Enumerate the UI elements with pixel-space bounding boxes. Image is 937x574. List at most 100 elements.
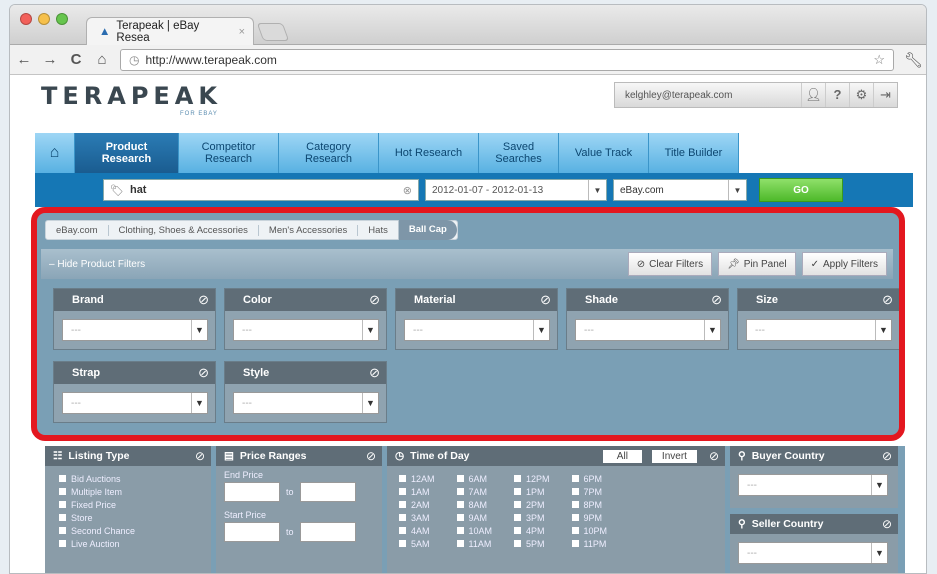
- checkbox-hour[interactable]: 7PM: [571, 485, 608, 498]
- checkbox-hour[interactable]: 4PM: [514, 524, 550, 537]
- buyer-country-select[interactable]: --- ▼: [738, 474, 888, 496]
- forward-arrow-icon[interactable]: →: [42, 51, 58, 68]
- minimize-window-button[interactable]: [38, 13, 50, 25]
- breadcrumb-item[interactable]: Men's Accessories: [257, 224, 357, 236]
- clear-filter-icon[interactable]: ⊘: [198, 292, 209, 308]
- all-button[interactable]: All: [602, 449, 642, 463]
- close-window-button[interactable]: [20, 13, 32, 25]
- logout-icon[interactable]: ⇥: [873, 83, 897, 107]
- checkbox-hour[interactable]: 9AM: [456, 511, 493, 524]
- checkbox-hour[interactable]: 6PM: [571, 472, 608, 485]
- help-icon[interactable]: ?: [825, 83, 849, 107]
- wrench-icon[interactable]: 🔧︎: [904, 51, 923, 69]
- style-select[interactable]: --- ▼: [233, 392, 379, 414]
- user-icon[interactable]: 👤︎: [801, 83, 825, 107]
- seller-country-select[interactable]: --- ▼: [738, 542, 888, 564]
- home-icon[interactable]: ⌂: [94, 51, 110, 68]
- start-price-min-input[interactable]: [224, 522, 280, 542]
- hide-filters-toggle[interactable]: – Hide Product Filters: [49, 259, 628, 270]
- checkbox-hour[interactable]: 9PM: [571, 511, 608, 524]
- clear-filter-icon[interactable]: ⊘: [195, 449, 205, 463]
- settings-gear-icon[interactable]: ⚙: [849, 83, 873, 107]
- checkbox-hour[interactable]: 4AM: [399, 524, 435, 537]
- checkbox-hour[interactable]: 11AM: [456, 537, 493, 550]
- checkbox-store[interactable]: Store: [59, 511, 197, 524]
- invert-button[interactable]: Invert: [651, 449, 697, 463]
- close-tab-icon[interactable]: ×: [239, 26, 245, 38]
- clear-filter-icon[interactable]: ⊘: [369, 292, 380, 308]
- checkbox-hour[interactable]: 8AM: [456, 498, 493, 511]
- strap-select[interactable]: --- ▼: [62, 392, 208, 414]
- url-bar[interactable]: ◷ http://www.terapeak.com ☆: [120, 48, 894, 71]
- browser-tab[interactable]: ▲ Terapeak | eBay Resea ×: [86, 17, 254, 45]
- checkbox-fixed-price[interactable]: Fixed Price: [59, 498, 197, 511]
- checkbox-hour[interactable]: 1AM: [399, 485, 435, 498]
- go-button[interactable]: GO: [759, 178, 843, 202]
- reload-icon[interactable]: C: [68, 51, 84, 68]
- checkbox-hour[interactable]: 2PM: [514, 498, 550, 511]
- checkbox-hour[interactable]: 10AM: [456, 524, 492, 537]
- clear-filter-icon[interactable]: ⊘: [198, 365, 209, 381]
- checkbox-bid-auctions[interactable]: Bid Auctions: [59, 472, 197, 485]
- tab-saved-searches[interactable]: Saved Searches: [479, 133, 559, 173]
- site-select[interactable]: eBay.com ▼: [613, 179, 747, 201]
- checkbox-hour[interactable]: 8PM: [571, 498, 608, 511]
- clear-filter-icon[interactable]: ⊘: [882, 517, 892, 531]
- brand-select[interactable]: --- ▼: [62, 319, 208, 341]
- breadcrumb-item[interactable]: Clothing, Shoes & Accessories: [107, 224, 258, 236]
- clear-filter-icon[interactable]: ⊘: [882, 449, 892, 463]
- new-tab-button[interactable]: [256, 23, 290, 41]
- home-tab[interactable]: ⌂: [35, 133, 75, 173]
- material-select[interactable]: --- ▼: [404, 319, 550, 341]
- hour-column: 12AM 1AM 2AM 3AM 4AM 5AM: [399, 472, 435, 550]
- clear-filter-icon[interactable]: ⊘: [711, 292, 722, 308]
- breadcrumb-current[interactable]: Ball Cap: [397, 220, 457, 240]
- bookmark-star-icon[interactable]: ☆: [873, 52, 885, 68]
- clear-search-icon[interactable]: ⊗: [403, 184, 412, 197]
- checkbox-second-chance[interactable]: Second Chance: [59, 524, 197, 537]
- checkbox-hour[interactable]: 3AM: [399, 511, 435, 524]
- tab-competitor-research[interactable]: Competitor Research: [179, 133, 279, 173]
- clear-filter-icon[interactable]: ⊘: [540, 292, 551, 308]
- checkbox-hour[interactable]: 3PM: [514, 511, 550, 524]
- checkbox-hour[interactable]: 11PM: [571, 537, 608, 550]
- breadcrumb-item[interactable]: Hats: [357, 224, 398, 236]
- apply-filters-button[interactable]: ✓ Apply Filters: [801, 252, 887, 276]
- checkbox-hour[interactable]: 10PM: [571, 524, 607, 537]
- checkbox-live-auction[interactable]: Live Auction: [59, 537, 197, 550]
- end-price-min-input[interactable]: [224, 482, 280, 502]
- hour-label: 12AM: [411, 473, 435, 484]
- tab-category-research[interactable]: Category Research: [279, 133, 379, 173]
- shade-select[interactable]: --- ▼: [575, 319, 721, 341]
- tab-value-track[interactable]: Value Track: [559, 133, 649, 173]
- clear-filter-icon[interactable]: ⊘: [369, 365, 380, 381]
- clear-filters-button[interactable]: ⊘ Clear Filters: [627, 252, 713, 276]
- pin-panel-button[interactable]: 📌︎ Pin Panel: [718, 252, 796, 276]
- tab-product-research[interactable]: Product Research: [75, 133, 179, 173]
- color-select[interactable]: --- ▼: [233, 319, 379, 341]
- checkbox-hour[interactable]: 5AM: [399, 537, 435, 550]
- clear-filter-icon[interactable]: ⊘: [882, 292, 893, 308]
- clear-filter-icon[interactable]: ⊘: [366, 449, 376, 463]
- date-range-select[interactable]: 2012-01-07 - 2012-01-13 ▼: [425, 179, 607, 201]
- breadcrumb-item[interactable]: eBay.com: [46, 225, 108, 236]
- size-select[interactable]: --- ▼: [746, 319, 892, 341]
- clear-filter-icon[interactable]: ⊘: [709, 449, 719, 463]
- zoom-window-button[interactable]: [56, 13, 68, 25]
- tab-hot-research[interactable]: Hot Research: [379, 133, 479, 173]
- hour-label: 8AM: [468, 499, 488, 510]
- checkbox-hour[interactable]: 7AM: [456, 485, 493, 498]
- end-price-max-input[interactable]: [299, 482, 356, 502]
- checkbox-hour[interactable]: 6AM: [456, 472, 493, 485]
- checkbox-hour[interactable]: 1PM: [514, 485, 550, 498]
- checkbox-hour[interactable]: 12PM: [514, 472, 550, 485]
- start-price-max-input[interactable]: [299, 522, 356, 542]
- tab-title-builder[interactable]: Title Builder: [649, 133, 739, 173]
- keyword-input[interactable]: 🏷︎ hat ⊗: [103, 179, 419, 201]
- checkbox-hour[interactable]: 5PM: [514, 537, 550, 550]
- back-arrow-icon[interactable]: ←: [16, 51, 32, 68]
- checkbox-multiple-item[interactable]: Multiple Item: [59, 485, 197, 498]
- chevron-down-icon: ▼: [704, 320, 720, 340]
- checkbox-hour[interactable]: 12AM: [399, 472, 435, 485]
- checkbox-hour[interactable]: 2AM: [399, 498, 435, 511]
